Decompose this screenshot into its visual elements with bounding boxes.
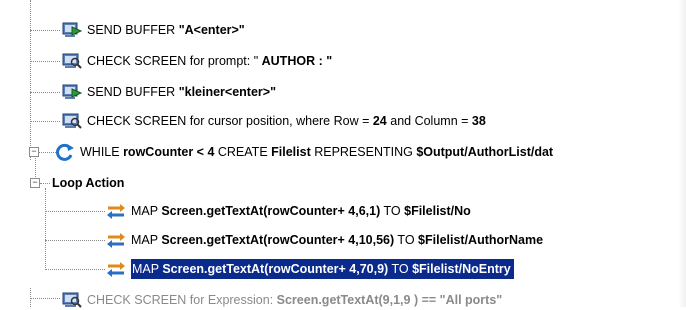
label-text: MAP — [131, 233, 162, 247]
label-emphasis: Filelist — [271, 145, 311, 159]
label-emphasis: rowCounter < 4 — [123, 145, 215, 159]
label-text: TO — [394, 233, 419, 247]
tree-node-label: SEND BUFFER "A<enter>" — [87, 20, 245, 40]
label-text: CREATE — [214, 145, 272, 159]
tree-node-label: MAP Screen.getTextAt(rowCounter+ 4,6,1) … — [131, 201, 471, 221]
while-collapse-toggle[interactable]: − — [29, 147, 39, 157]
label-text: TO — [380, 204, 405, 218]
label-emphasis: AUTHOR : " — [261, 54, 333, 68]
tree-connector — [40, 183, 50, 184]
tree-connector — [30, 30, 60, 31]
tree-connector — [38, 152, 56, 153]
check-screen-icon — [62, 291, 82, 309]
check-screen-icon — [62, 112, 82, 130]
tree-node-label: MAP Screen.getTextAt(rowCounter+ 4,70,9)… — [131, 259, 514, 279]
label-text: CHECK SCREEN for cursor position, where … — [87, 114, 373, 128]
scroll-shadow — [678, 0, 686, 307]
send-buffer-icon — [62, 83, 82, 101]
tree-node-label: WHILE rowCounter < 4 CREATE Filelist REP… — [80, 142, 553, 162]
tree-node-check-screen-expression[interactable]: CHECK SCREEN for Expression: Screen.getT… — [62, 290, 502, 310]
label-emphasis: Screen.getTextAt(rowCounter+ 4,6,1) — [161, 204, 381, 218]
label-emphasis: Loop Action — [52, 176, 125, 190]
tree-node-send-buffer-kleiner[interactable]: SEND BUFFER "kleiner<enter>" — [62, 82, 276, 102]
map-arrows-icon — [106, 202, 126, 220]
label-text: CHECK SCREEN for Expression: — [87, 293, 277, 307]
label-emphasis: $Output/AuthorList/dat — [416, 145, 554, 159]
tree-connector — [30, 92, 60, 93]
tree-node-label: CHECK SCREEN for cursor position, where … — [87, 111, 486, 131]
label-text: MAP — [131, 204, 162, 218]
tree-node-label: SEND BUFFER "kleiner<enter>" — [87, 82, 276, 102]
label-emphasis: $Filelist/AuthorName — [418, 233, 544, 247]
label-text: SEND BUFFER — [87, 23, 179, 37]
tree-node-check-screen-cursor[interactable]: CHECK SCREEN for cursor position, where … — [62, 111, 486, 131]
tree-node-while-loop[interactable]: WHILE rowCounter < 4 CREATE Filelist REP… — [55, 142, 553, 162]
tree-connector — [45, 211, 105, 212]
tree-node-map-authorname[interactable]: MAP Screen.getTextAt(rowCounter+ 4,10,56… — [106, 230, 543, 250]
check-screen-icon — [62, 52, 82, 70]
tree-node-map-noentry[interactable]: MAP Screen.getTextAt(rowCounter+ 4,70,9)… — [106, 259, 514, 279]
map-arrows-icon — [106, 231, 126, 249]
label-emphasis: 38 — [471, 114, 486, 128]
tree-connector — [30, 298, 60, 299]
label-text: REPRESENTING — [310, 145, 417, 159]
label-emphasis: Screen.getTextAt(rowCounter+ 4,70,9) — [162, 262, 389, 276]
tree-connector — [45, 240, 105, 241]
tree-node-send-buffer-a[interactable]: SEND BUFFER "A<enter>" — [62, 20, 245, 40]
tree-node-label: Loop Action — [52, 173, 124, 193]
label-text: and Column = — [386, 114, 472, 128]
label-text: MAP — [132, 262, 163, 276]
label-text: SEND BUFFER — [87, 85, 179, 99]
label-emphasis: $Filelist/No — [404, 204, 471, 218]
loop-action-collapse-toggle[interactable]: − — [30, 178, 40, 188]
tree-node-loop-action[interactable]: Loop Action — [52, 173, 124, 193]
tree-node-check-screen-prompt[interactable]: CHECK SCREEN for prompt: " AUTHOR : " — [62, 51, 332, 71]
tree-node-label: CHECK SCREEN for prompt: " AUTHOR : " — [87, 51, 332, 71]
label-text: WHILE — [80, 145, 124, 159]
label-emphasis: 24 — [372, 114, 387, 128]
tree-connector — [30, 121, 60, 122]
tree-node-label: MAP Screen.getTextAt(rowCounter+ 4,10,56… — [131, 230, 543, 250]
label-emphasis: $Filelist/NoEntry — [412, 262, 511, 276]
label-text: CHECK SCREEN for prompt: " — [87, 54, 262, 68]
tree-connector — [45, 269, 105, 270]
tree-node-label: CHECK SCREEN for Expression: Screen.getT… — [87, 290, 502, 310]
label-emphasis: "A<enter>" — [178, 23, 245, 37]
label-text: TO — [388, 262, 413, 276]
map-arrows-icon — [106, 260, 126, 278]
scenario-tree: − − SEND BUFFER "A<enter>" CHECK SCREEN … — [0, 0, 686, 310]
label-emphasis: "kleiner<enter>" — [178, 85, 277, 99]
send-buffer-icon — [62, 21, 82, 39]
tree-connector — [30, 61, 60, 62]
label-emphasis: Screen.getTextAt(9,1,9 ) == "All ports" — [276, 293, 503, 307]
while-loop-icon — [55, 143, 75, 161]
tree-connector — [30, 0, 31, 160]
tree-connector — [45, 188, 46, 270]
label-emphasis: Screen.getTextAt(rowCounter+ 4,10,56) — [161, 233, 395, 247]
tree-node-map-no[interactable]: MAP Screen.getTextAt(rowCounter+ 4,6,1) … — [106, 201, 471, 221]
